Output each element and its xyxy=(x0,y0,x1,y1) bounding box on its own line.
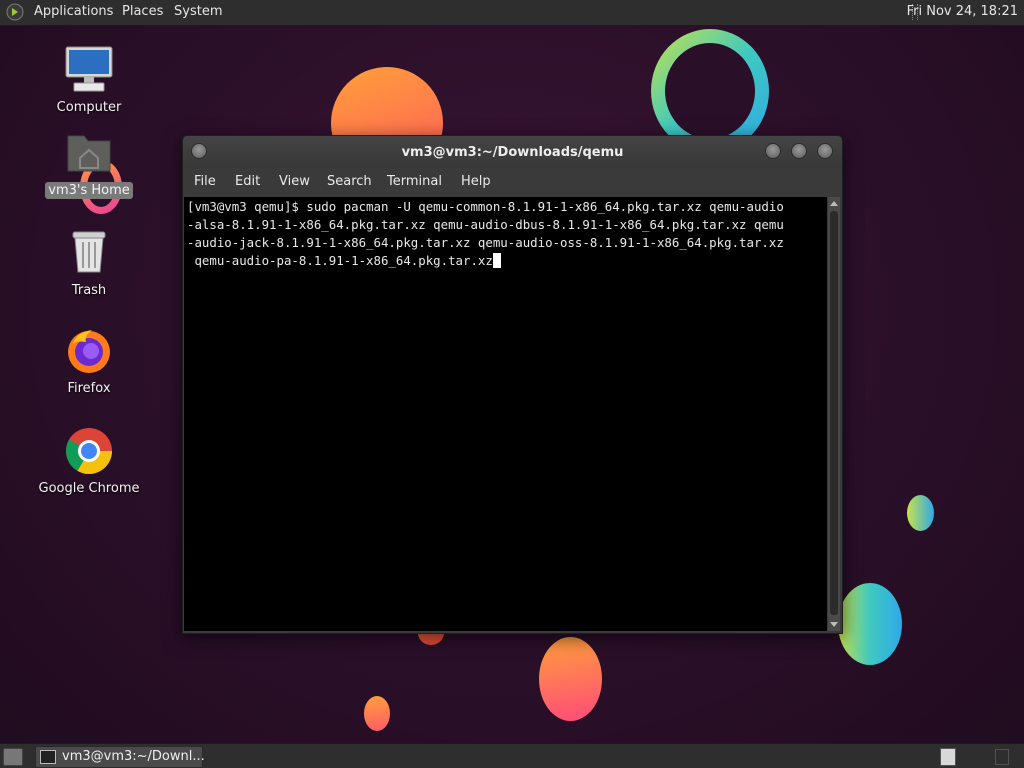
workspace-switcher[interactable] xyxy=(940,748,956,766)
menu-search[interactable]: Search xyxy=(327,174,372,189)
scroll-up-arrow-icon[interactable] xyxy=(830,201,838,206)
terminal-scrollbar[interactable] xyxy=(828,197,840,631)
menu-view[interactable]: View xyxy=(279,174,310,189)
clock[interactable]: Fri Nov 24, 18:21 xyxy=(907,4,1018,19)
terminal-line: -alsa-8.1.91-1-x86_64.pkg.tar.xz qemu-au… xyxy=(187,217,784,232)
terminal-output[interactable]: [vm3@vm3 qemu]$ sudo pacman -U qemu-comm… xyxy=(184,197,827,631)
show-desktop-icon[interactable] xyxy=(3,748,23,766)
places-menu[interactable]: Places xyxy=(122,4,163,19)
wallpaper-pink-blob xyxy=(539,637,602,721)
desktop-icon-trash[interactable]: Trash xyxy=(29,228,149,299)
menu-edit[interactable]: Edit xyxy=(235,174,260,189)
applications-menu[interactable]: Applications xyxy=(34,4,113,19)
desktop-icon-computer[interactable]: Computer xyxy=(29,45,149,116)
terminal-icon xyxy=(40,750,56,764)
terminal-line: qemu-audio-pa-8.1.91-1-x86_64.pkg.tar.xz xyxy=(187,253,493,268)
firefox-icon xyxy=(64,326,114,376)
minimize-button[interactable] xyxy=(765,143,781,159)
terminal-menubar: File Edit View Search Terminal Help xyxy=(183,168,842,196)
maximize-button[interactable] xyxy=(791,143,807,159)
taskbar-button-terminal[interactable]: vm3@vm3:~/Downl... xyxy=(35,746,205,768)
window-titlebar[interactable]: vm3@vm3:~/Downloads/qemu xyxy=(183,136,842,168)
window-title: vm3@vm3:~/Downloads/qemu xyxy=(401,145,624,160)
taskbar-label: vm3@vm3:~/Downl... xyxy=(62,749,205,764)
system-logo-icon[interactable] xyxy=(6,3,24,21)
trash-icon xyxy=(64,228,114,278)
home-folder-icon xyxy=(64,128,114,178)
top-panel: Applications Places System Fri Nov 24, 1… xyxy=(0,0,1024,26)
terminal-line: -audio-jack-8.1.91-1-x86_64.pkg.tar.xz q… xyxy=(187,235,784,250)
computer-icon xyxy=(64,45,114,95)
scroll-down-arrow-icon[interactable] xyxy=(830,622,838,627)
desktop-icon-chrome[interactable]: Google Chrome xyxy=(29,426,149,497)
chrome-icon xyxy=(64,426,114,476)
desktop-icon-label: vm3's Home xyxy=(45,182,133,199)
desktop-icon-firefox[interactable]: Firefox xyxy=(29,326,149,397)
text-cursor xyxy=(492,253,501,268)
wallpaper-green-blob xyxy=(838,583,902,665)
bottom-panel: vm3@vm3:~/Downl... xyxy=(0,743,1024,768)
terminal-line: [vm3@vm3 qemu]$ sudo pacman -U qemu-comm… xyxy=(187,199,784,214)
close-button[interactable] xyxy=(817,143,833,159)
menu-help[interactable]: Help xyxy=(461,174,491,189)
system-menu[interactable]: System xyxy=(174,4,222,19)
desktop-icon-label: Firefox xyxy=(67,381,111,396)
menu-file[interactable]: File xyxy=(194,174,216,189)
desktop-icon-label: Google Chrome xyxy=(38,481,140,496)
desktop-icon-label: Computer xyxy=(56,100,122,115)
desktop-icon-label: Trash xyxy=(71,283,107,298)
desktop-icon-home[interactable]: vm3's Home xyxy=(29,128,149,199)
terminal-window[interactable]: vm3@vm3:~/Downloads/qemu File Edit View … xyxy=(182,135,843,634)
wallpaper-teal-blob xyxy=(907,495,934,531)
menu-terminal[interactable]: Terminal xyxy=(387,174,442,189)
wallpaper-small-orange-blob xyxy=(364,696,390,731)
terminal-line-current: qemu-audio-pa-8.1.91-1-x86_64.pkg.tar.xz xyxy=(187,252,827,270)
trash-applet-icon[interactable] xyxy=(995,749,1009,765)
scrollbar-thumb[interactable] xyxy=(830,211,838,615)
